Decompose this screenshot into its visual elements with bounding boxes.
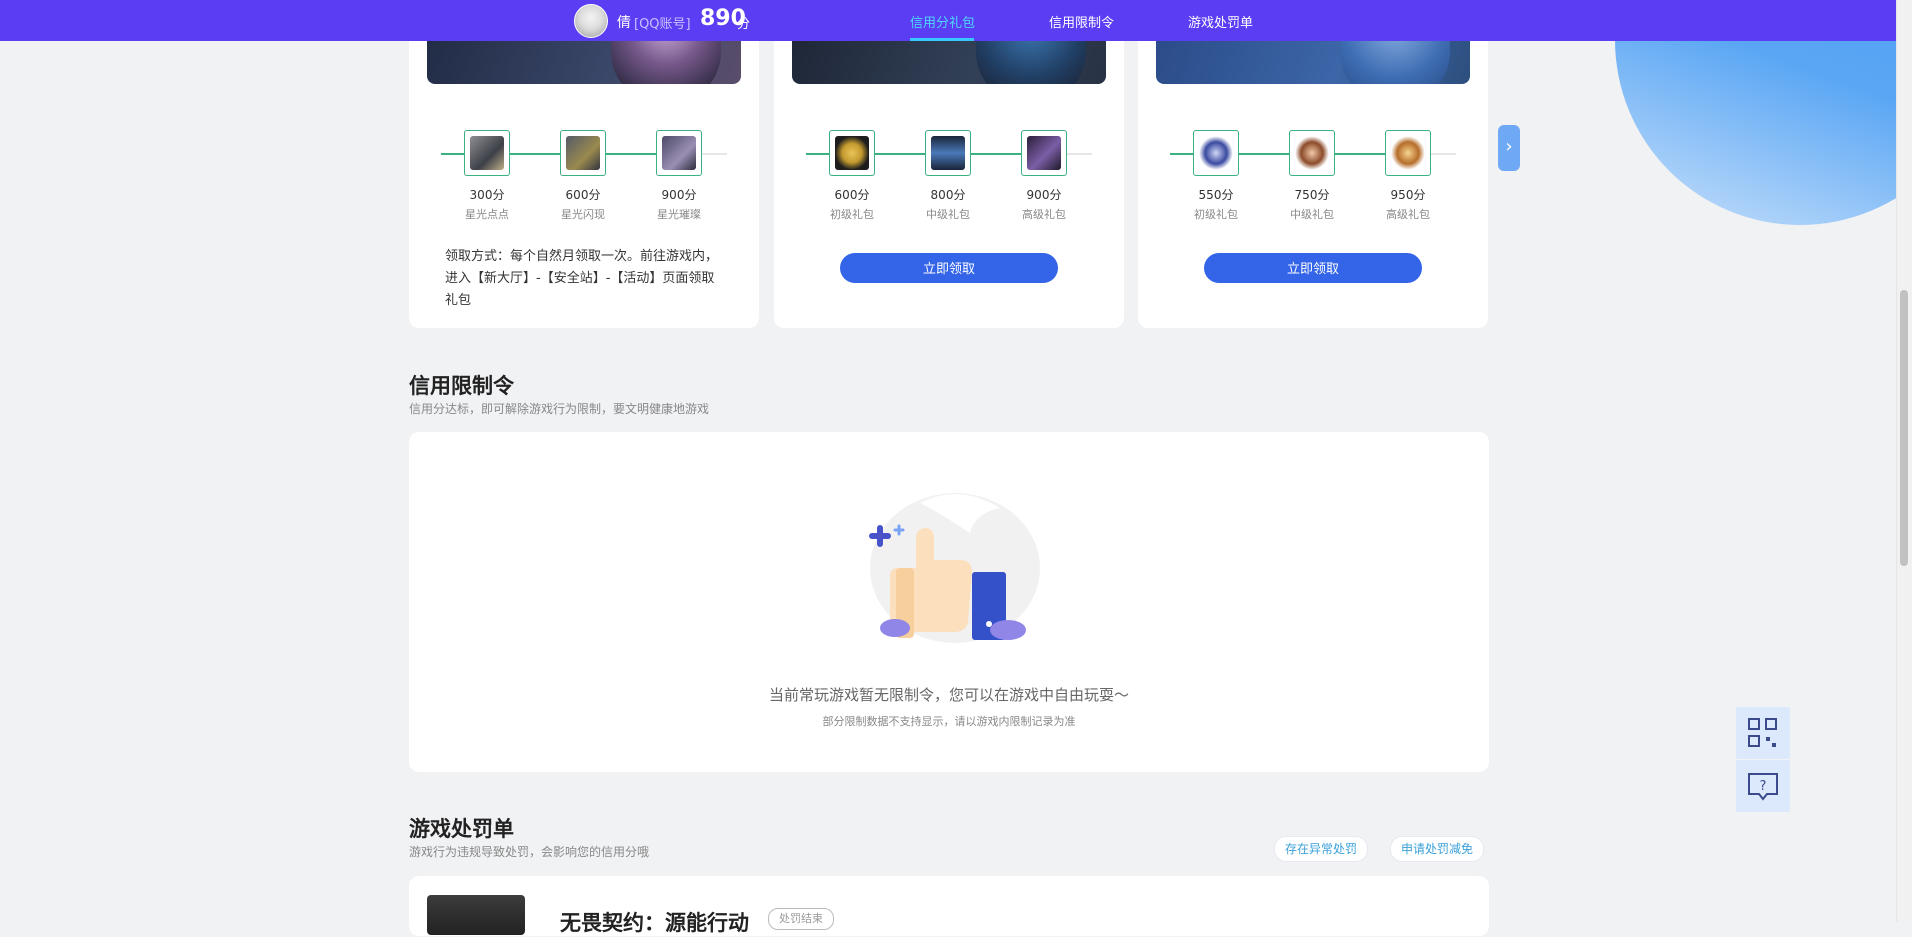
claim-button[interactable]: 立即领取 — [1204, 253, 1422, 283]
top-bar: 倩 [QQ账号] 890 分 信用分礼包 信用限制令 游戏处罚单 — [0, 0, 1896, 41]
gift-score: 300分 — [469, 188, 505, 202]
gift-label: 初级礼包 — [1194, 208, 1238, 221]
gift-card-3: 550分 初级礼包 750分 中级礼包 950分 高级礼包 立即领取 — [1138, 0, 1488, 328]
gift-label: 星光闪现 — [561, 208, 605, 221]
gift-node[interactable]: 550分 初级礼包 — [1193, 130, 1239, 221]
gift-node[interactable]: 900分 高级礼包 — [1021, 130, 1067, 221]
rank-badge-icon — [1199, 136, 1233, 170]
next-arrow-icon[interactable]: › — [1498, 125, 1520, 171]
claim-button[interactable]: 立即领取 — [840, 253, 1058, 283]
feedback-button[interactable]: ? — [1736, 760, 1790, 812]
restriction-subtitle: 信用分达标，即可解除游戏行为限制，要文明健康地游戏 — [409, 402, 710, 416]
gift-node[interactable]: 800分 中级礼包 — [925, 130, 971, 221]
account-type: [QQ账号] — [634, 17, 691, 32]
gift-node[interactable]: 750分 中级礼包 — [1289, 130, 1335, 221]
rank-badge-icon — [1391, 136, 1425, 170]
gift-node[interactable]: 900分 星光璀璨 — [656, 130, 702, 221]
gift-label: 中级礼包 — [926, 208, 970, 221]
avatar[interactable] — [574, 4, 608, 38]
gift-label: 高级礼包 — [1386, 208, 1430, 221]
qr-code-button[interactable] — [1736, 707, 1790, 759]
gift-label: 星光璀璨 — [657, 208, 701, 221]
gift-label: 中级礼包 — [1290, 208, 1334, 221]
game-title: 无畏契约：源能行动 — [560, 911, 749, 935]
nav-penalty[interactable]: 游戏处罚单 — [1188, 12, 1253, 31]
penalty-status-badge: 处罚结束 — [768, 908, 834, 930]
gift-score: 600分 — [565, 188, 601, 202]
gift-score: 950分 — [1390, 188, 1426, 202]
gift-score: 900分 — [1026, 188, 1062, 202]
gift-score: 800分 — [930, 188, 966, 202]
penalty-title: 游戏处罚单 — [409, 817, 514, 841]
gift-label: 高级礼包 — [1022, 208, 1066, 221]
gift-score: 550分 — [1198, 188, 1234, 202]
empty-message: 当前常玩游戏暂无限制令，您可以在游戏中自由玩耍～ — [768, 686, 1129, 704]
nav-gift[interactable]: 信用分礼包 — [910, 12, 975, 31]
gift-score: 900分 — [661, 188, 697, 202]
game-thumbnail — [427, 895, 525, 935]
gift-label: 星光点点 — [465, 208, 509, 221]
scrollbar-thumb[interactable] — [1900, 290, 1908, 566]
abnormal-penalty-button[interactable]: 存在异常处罚 — [1274, 836, 1369, 862]
gift-card-1: 300分 星光点点 600分 星光闪现 900分 星光璀璨 领取方式：每个自然月… — [409, 0, 759, 328]
rank-badge-icon — [1295, 136, 1329, 170]
gift-node[interactable]: 300分 星光点点 — [464, 130, 510, 221]
user-name: 倩 — [617, 15, 631, 31]
help-chat-icon: ? — [1748, 773, 1778, 801]
treasure-chest-icon — [1027, 136, 1061, 170]
star-gem-icon — [470, 136, 504, 170]
restriction-title: 信用限制令 — [409, 374, 514, 398]
penalty-subtitle: 游戏行为违规导致处罚，会影响您的信用分哦 — [409, 845, 650, 859]
gift-score: 600分 — [834, 188, 870, 202]
star-gem-icon — [566, 136, 600, 170]
nav-restriction[interactable]: 信用限制令 — [1049, 12, 1114, 31]
gun-case-icon — [931, 136, 965, 170]
gift-node[interactable]: 600分 星光闪现 — [560, 130, 606, 221]
nav-active-underline — [910, 38, 974, 41]
empty-note: 部分限制数据不支持显示，请以游戏内限制记录为准 — [822, 715, 1076, 728]
gift-node[interactable]: 600分 初级礼包 — [829, 130, 875, 221]
claim-instructions: 领取方式：每个自然月领取一次。前往游戏内，进入【新大厅】-【安全站】-【活动】页… — [445, 249, 719, 308]
thumbs-up-illustration — [869, 493, 1040, 643]
gift-node[interactable]: 950分 高级礼包 — [1385, 130, 1431, 221]
qr-code-icon — [1748, 718, 1777, 747]
gift-card-2: 600分 初级礼包 800分 中级礼包 900分 高级礼包 立即领取 — [774, 0, 1124, 328]
gift-score: 750分 — [1294, 188, 1330, 202]
apply-reduction-button[interactable]: 申请处罚减免 — [1390, 836, 1485, 862]
credit-score-unit: 分 — [737, 17, 751, 32]
gift-label: 初级礼包 — [830, 208, 874, 221]
svg-text:?: ? — [1760, 779, 1767, 794]
coin-icon — [835, 136, 869, 170]
star-gem-icon — [662, 136, 696, 170]
